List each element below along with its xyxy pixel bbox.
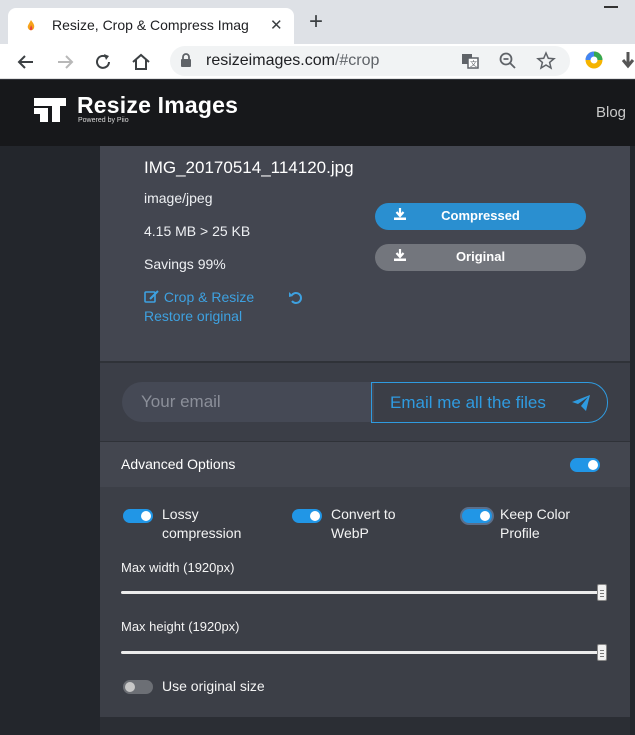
minimize-window-icon[interactable] [604,6,618,8]
edit-icon [144,290,159,303]
toggle-knob [588,460,598,470]
site-header: Resize Images Powered by Piio Blog [0,80,635,146]
email-input[interactable] [122,382,374,422]
thumb-grip [600,590,604,591]
browser-tabstrip: Resize, Crop & Compress Imag ✕ + [0,0,635,44]
email-files-label: Email me all the files [390,393,546,412]
zoom-out-icon[interactable] [498,51,518,71]
reload-icon[interactable] [90,49,116,75]
toggle-knob [141,511,151,521]
compressed-label: Compressed [441,208,520,223]
max-width-label: Max width (1920px) [121,560,235,575]
original-label: Original [455,249,506,264]
undo-icon[interactable] [288,290,304,305]
new-tab-button[interactable]: + [309,8,323,36]
lossy-compression-toggle[interactable] [123,509,153,523]
file-name: IMG_20170514_114120.jpg [144,158,354,177]
use-original-size-toggle[interactable] [123,680,153,694]
translate-icon[interactable]: 文 [460,51,480,71]
address-url: resizeimages.com/#crop [206,52,379,70]
right-background [630,146,635,735]
keep-color-profile-toggle[interactable] [462,509,492,523]
max-height-slider-thumb[interactable] [597,644,607,661]
thumb-grip [600,656,604,657]
lossy-label-line2: compression [162,525,242,541]
email-section: Email me all the files [100,363,630,441]
download-arrow-icon[interactable] [620,50,635,72]
nav-blog-link[interactable]: Blog [596,104,626,121]
lossy-label-line1: Lossy [162,506,199,522]
thumb-grip [600,596,604,597]
restore-original-link[interactable]: Restore original [144,308,242,324]
webp-label-line2: WebP [331,525,369,541]
convert-webp-toggle[interactable] [292,509,322,523]
close-tab-icon[interactable]: ✕ [270,16,283,34]
color-label-line2: Profile [500,525,540,541]
thumb-grip [600,593,604,594]
lock-icon [181,53,191,67]
forward-arrow-icon[interactable] [52,49,78,75]
advanced-options-toggle[interactable] [570,458,600,472]
resize-images-logo-icon [34,98,66,122]
crop-resize-link[interactable]: Crop & Resize [144,289,254,305]
toggle-knob [480,511,490,521]
file-result-card: IMG_20170514_114120.jpg image/jpeg 4.15 … [100,146,630,361]
email-files-button[interactable]: Email me all the files [371,382,608,423]
svg-text:文: 文 [470,59,477,68]
advanced-options-header: Advanced Options [100,442,630,487]
max-height-slider[interactable] [121,651,601,654]
thumb-grip [600,653,604,654]
max-height-label: Max height (1920px) [121,619,240,634]
site-favicon-icon [27,20,35,31]
crop-resize-label: Crop & Resize [163,289,255,305]
thumb-grip [600,650,604,651]
toggle-knob [125,682,135,692]
logo-subtitle: Powered by Piio [78,117,129,124]
tab-title: Resize, Crop & Compress Imag [52,17,249,33]
browser-tab[interactable]: Resize, Crop & Compress Imag ✕ [8,8,294,44]
extension-icon[interactable] [584,50,604,70]
bookmark-star-icon[interactable] [536,51,556,71]
file-savings: Savings 99% [144,256,226,272]
address-bar[interactable]: resizeimages.com/#crop 文 [170,46,570,76]
url-path: /#crop [334,52,380,69]
back-arrow-icon[interactable] [13,49,39,75]
color-label-line1: Keep Color [500,506,571,522]
url-host: resizeimages.com [206,52,335,69]
file-sizes: 4.15 MB > 25 KB [144,223,251,239]
max-width-slider-thumb[interactable] [597,584,607,601]
paper-plane-icon [572,395,590,411]
left-background [0,146,100,735]
browser-toolbar: resizeimages.com/#crop 文 [0,44,635,79]
logo-text[interactable]: Resize Images [77,92,238,119]
keep-color-profile-label: Keep Color Profile [500,505,570,543]
advanced-options-title: Advanced Options [121,456,236,472]
advanced-options-panel: Lossy compression Convert to WebP Keep C… [100,487,630,717]
webp-label-line1: Convert to [331,506,396,522]
file-type: image/jpeg [144,190,213,206]
use-original-size-label: Use original size [162,678,265,694]
toggle-knob [310,511,320,521]
convert-webp-label: Convert to WebP [331,505,396,543]
page-bottom-band [100,717,630,735]
max-width-slider[interactable] [121,591,601,594]
download-original-button[interactable]: Original [375,244,586,271]
home-icon[interactable] [128,49,154,75]
download-compressed-button[interactable]: Compressed [375,203,586,230]
lossy-compression-label: Lossy compression [162,505,241,543]
